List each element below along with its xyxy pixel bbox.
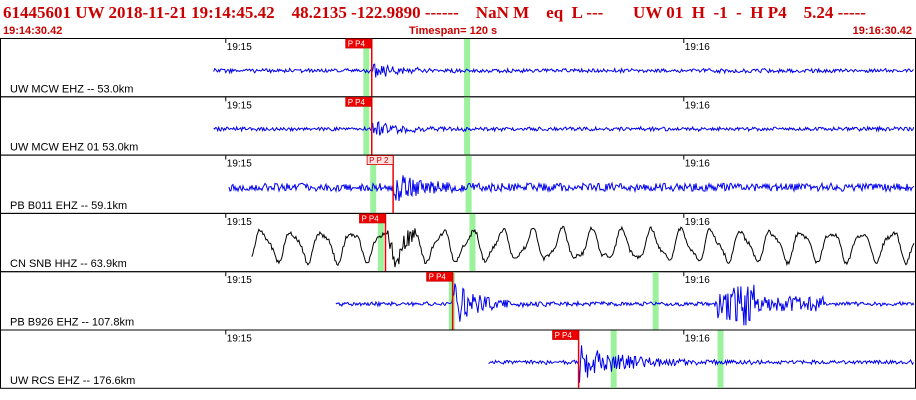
time-tick-label: 19:15: [227, 217, 252, 228]
trace-panel[interactable]: 19:15 19:16 P P4 UW MCW EHZ -- 53.0km: [0, 38, 916, 98]
time-tick-label: 19:15: [227, 100, 252, 111]
time-tick-label: 19:15: [227, 334, 252, 345]
green-window-marker: [464, 97, 471, 155]
trace-panel[interactable]: 19:15 19:16 P P4 CN SNB HHZ -- 63.9km: [0, 212, 916, 273]
trace-panel[interactable]: 19:15 19:16 P P4 UW MCW EHZ 01 53.0km: [0, 96, 916, 156]
time-tick-label: 19:16: [685, 334, 710, 345]
end-time-label: 19:16:30.42: [852, 25, 912, 37]
trace-panel[interactable]: 19:15 19:16 P P4 UW RCS EHZ -- 176.6km: [0, 329, 916, 389]
start-time-label: 19:14:30.42: [3, 25, 63, 37]
waveform-trace: [251, 225, 915, 268]
event-title: 61445601 UW 2018-11-21 19:14:45.42 48.21…: [3, 3, 866, 22]
timespan-label: Timespan= 120 s: [409, 25, 498, 37]
time-tick-label: 19:15: [227, 275, 252, 286]
pick-label: P P4: [348, 40, 366, 49]
green-window-marker: [652, 272, 659, 330]
station-label: CN SNB HHZ -- 63.9km: [10, 258, 127, 270]
station-label: UW MCW EHZ -- 53.0km: [10, 83, 133, 95]
station-label: PB B011 EHZ -- 59.1km: [10, 200, 127, 212]
time-tick-label: 19:16: [685, 275, 710, 286]
pick-label: P P4: [348, 98, 366, 107]
waveform-trace: [213, 121, 915, 136]
trace-panel[interactable]: 19:15 19:16 P P4 PB B926 EHZ -- 107.8km: [0, 271, 916, 331]
waveform-trace: [335, 283, 915, 326]
waveform-trace: [228, 175, 915, 202]
station-label: UW RCS EHZ -- 176.6km: [10, 375, 135, 387]
time-tick-label: 19:16: [685, 217, 710, 228]
pick-label: P P4: [429, 273, 447, 282]
seismogram-panel[interactable]: 19:15 19:16P P4UW MCW EHZ -- 53.0km19:15 1…: [0, 38, 916, 400]
time-tick-label: 19:15: [227, 159, 252, 170]
time-tick-label: 19:15: [227, 42, 252, 53]
time-tick-label: 19:16: [685, 159, 710, 170]
green-window-marker: [469, 213, 476, 272]
event-header: 61445601 UW 2018-11-21 19:14:45.42 48.21…: [0, 0, 916, 38]
station-label: UW MCW EHZ 01 53.0km: [10, 142, 138, 154]
waveform-trace: [213, 63, 914, 78]
pick-label: P P4: [555, 331, 573, 340]
station-label: PB B926 EHZ -- 107.8km: [10, 317, 134, 329]
time-tick-label: 19:16: [685, 100, 710, 111]
waveform-trace: [488, 345, 914, 383]
green-window-marker: [464, 39, 471, 97]
pick-label: P P 2: [369, 156, 389, 165]
time-tick-label: 19:16: [685, 42, 710, 53]
green-window-marker: [717, 330, 724, 388]
pick-label: P P4: [361, 214, 379, 223]
trace-panel[interactable]: 19:15 19:16 P P 2 PB B011 EHZ -- 59.1km: [0, 154, 916, 214]
